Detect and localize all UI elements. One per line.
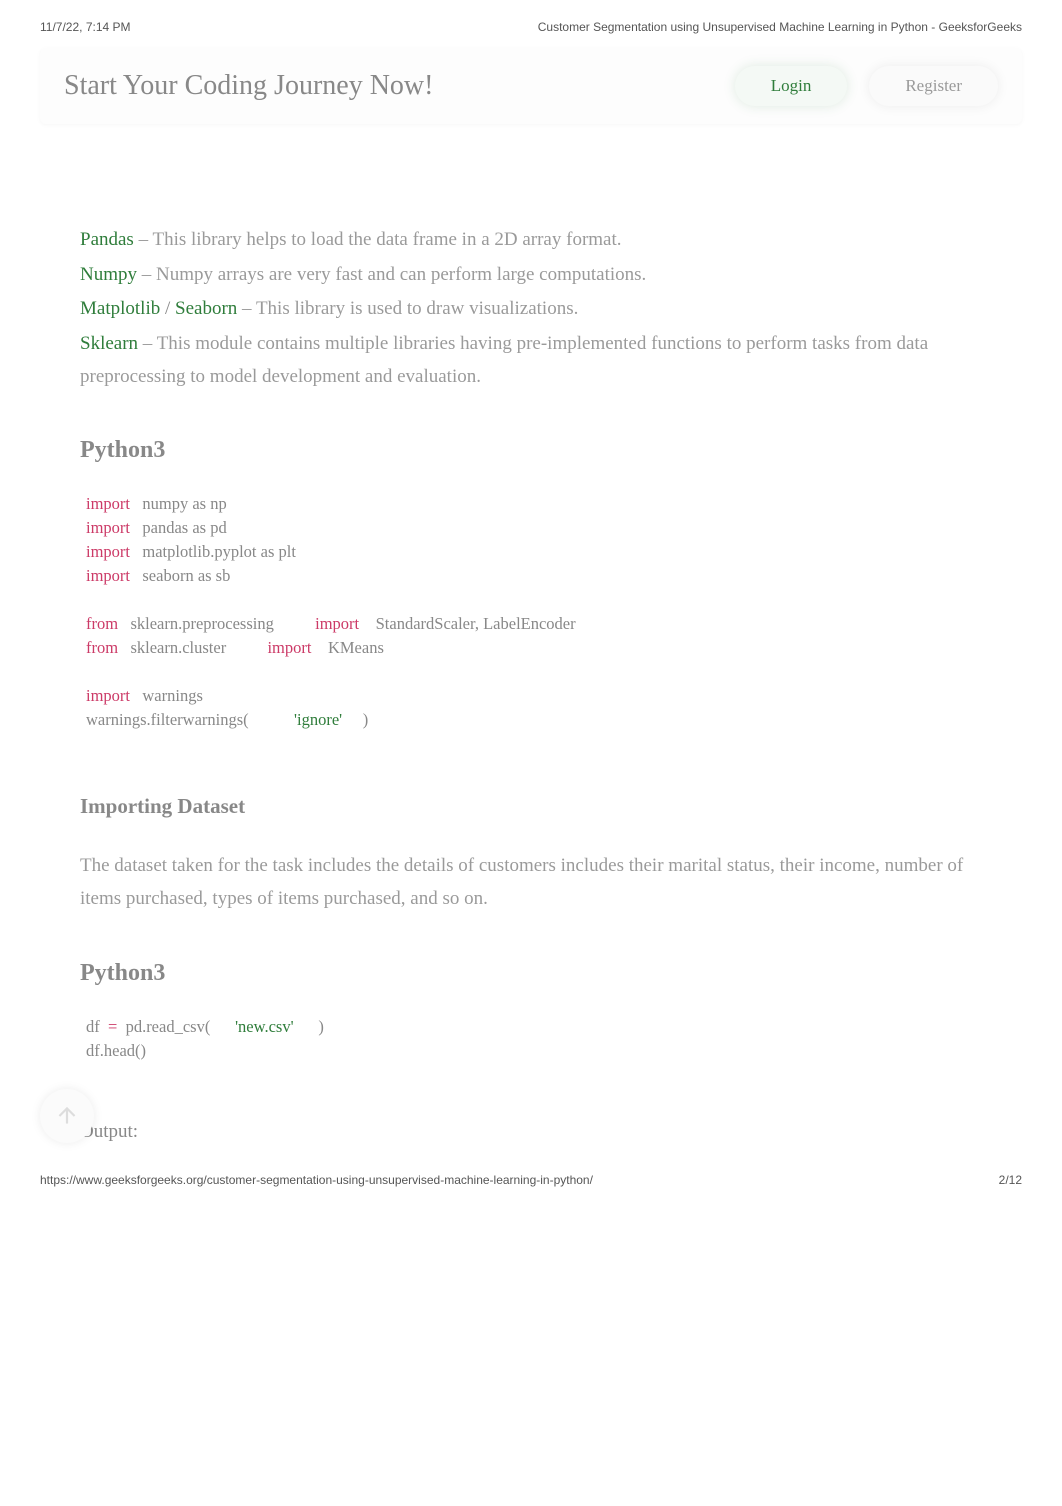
- list-item: Sklearn – This module contains multiple …: [80, 328, 982, 393]
- print-title: Customer Segmentation using Unsupervised…: [538, 20, 1022, 34]
- link-matplotlib[interactable]: Matplotlib: [80, 298, 160, 319]
- code-language-label: Python3: [80, 437, 982, 464]
- code-block-readcsv: df = pd.read_csv( 'new.csv' ) df.head(): [80, 1009, 982, 1069]
- link-sklearn[interactable]: Sklearn: [80, 333, 138, 354]
- list-item: Numpy – Numpy arrays are very fast and c…: [80, 259, 982, 292]
- paragraph-dataset-description: The dataset taken for the task includes …: [80, 849, 982, 917]
- promo-banner: Start Your Coding Journey Now! Login Reg…: [40, 48, 1022, 124]
- banner-title: Start Your Coding Journey Now!: [64, 70, 433, 102]
- footer-pagenum: 2/12: [999, 1173, 1022, 1187]
- arrow-up-icon: [54, 1103, 80, 1129]
- page-print-footer: https://www.geeksforgeeks.org/customer-s…: [40, 1173, 1022, 1187]
- link-numpy[interactable]: Numpy: [80, 264, 137, 285]
- output-label: Output:: [80, 1121, 982, 1143]
- link-pandas[interactable]: Pandas: [80, 229, 134, 250]
- register-button[interactable]: Register: [869, 66, 998, 106]
- list-item: Pandas – This library helps to load the …: [80, 224, 982, 257]
- scroll-to-top-button[interactable]: [40, 1089, 94, 1143]
- page-print-header: 11/7/22, 7:14 PM Customer Segmentation u…: [40, 20, 1022, 42]
- library-list: Pandas – This library helps to load the …: [80, 224, 982, 393]
- code-language-label: Python3: [80, 960, 982, 987]
- login-button[interactable]: Login: [735, 66, 848, 106]
- list-item: Matplotlib / Seaborn – This library is u…: [80, 293, 982, 326]
- subheading-importing-dataset: Importing Dataset: [80, 794, 982, 819]
- footer-url: https://www.geeksforgeeks.org/customer-s…: [40, 1173, 593, 1187]
- code-block-imports: import numpy as np import pandas as pd i…: [80, 486, 982, 737]
- print-timestamp: 11/7/22, 7:14 PM: [40, 20, 131, 34]
- link-seaborn[interactable]: Seaborn: [175, 298, 237, 319]
- article-content: Pandas – This library helps to load the …: [40, 124, 1022, 1143]
